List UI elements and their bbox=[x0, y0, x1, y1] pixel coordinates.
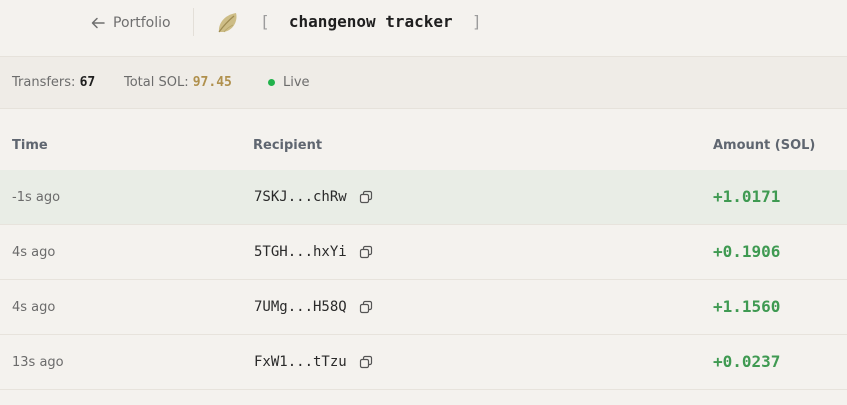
row-recipient: FxW1...tTzu bbox=[254, 354, 373, 370]
row-recipient: 7SKJ...chRw bbox=[254, 189, 373, 205]
back-to-portfolio-link[interactable]: Portfolio bbox=[91, 12, 171, 34]
recipient-address: FxW1...tTzu bbox=[254, 354, 347, 370]
row-time: 4s ago bbox=[12, 245, 56, 260]
row-amount: +1.0171 bbox=[713, 187, 781, 206]
column-header-time[interactable]: Time bbox=[12, 138, 48, 153]
column-header-recipient[interactable]: Recipient bbox=[253, 138, 322, 153]
recipient-address: 5TGH...hxYi bbox=[254, 244, 347, 260]
copy-icon[interactable] bbox=[359, 245, 373, 259]
table-row[interactable]: -1s ago 7SKJ...chRw +1.0171 bbox=[0, 170, 847, 225]
transfers-label: Transfers: bbox=[12, 75, 80, 90]
recipient-address: 7SKJ...chRw bbox=[254, 189, 347, 205]
recipient-address: 7UMg...H58Q bbox=[254, 299, 347, 315]
arrow-left-icon bbox=[91, 17, 105, 29]
leaf-logo bbox=[218, 13, 237, 33]
top-header: Portfolio [ changenow tracker ] bbox=[0, 0, 847, 57]
transfers-stat: Transfers: 67 bbox=[12, 75, 95, 90]
row-time: 4s ago bbox=[12, 300, 56, 315]
table-header: Time Recipient Amount (SOL) bbox=[0, 110, 847, 170]
transfers-table: Time Recipient Amount (SOL) -1s ago 7SKJ… bbox=[0, 110, 847, 390]
table-row[interactable]: 4s ago 5TGH...hxYi +0.1906 bbox=[0, 225, 847, 280]
live-status: Live bbox=[268, 75, 310, 90]
row-time: -1s ago bbox=[12, 190, 61, 205]
transfers-value: 67 bbox=[79, 75, 96, 90]
back-link-label: Portfolio bbox=[113, 15, 171, 31]
row-amount: +0.1906 bbox=[713, 242, 781, 261]
total-sol-value: 97.45 bbox=[192, 75, 232, 90]
row-recipient: 7UMg...H58Q bbox=[254, 299, 373, 315]
live-label: Live bbox=[283, 75, 310, 90]
column-header-amount[interactable]: Amount (SOL) bbox=[713, 138, 815, 153]
copy-icon[interactable] bbox=[359, 355, 373, 369]
live-dot-icon bbox=[268, 79, 275, 86]
copy-icon[interactable] bbox=[359, 190, 373, 204]
stats-bar: Transfers: 67 Total SOL: 97.45 Live bbox=[0, 57, 847, 109]
total-sol-label: Total SOL: bbox=[124, 75, 193, 90]
total-sol-stat: Total SOL: 97.45 bbox=[124, 75, 232, 90]
table-row[interactable]: 4s ago 7UMg...H58Q +1.1560 bbox=[0, 280, 847, 335]
copy-icon[interactable] bbox=[359, 300, 373, 314]
row-time: 13s ago bbox=[12, 355, 64, 370]
page-title: [ changenow tracker ] bbox=[260, 12, 482, 31]
row-recipient: 5TGH...hxYi bbox=[254, 244, 373, 260]
row-amount: +1.1560 bbox=[713, 297, 781, 316]
header-divider bbox=[193, 8, 194, 36]
table-row[interactable]: 13s ago FxW1...tTzu +0.0237 bbox=[0, 335, 847, 390]
row-amount: +0.0237 bbox=[713, 352, 781, 371]
